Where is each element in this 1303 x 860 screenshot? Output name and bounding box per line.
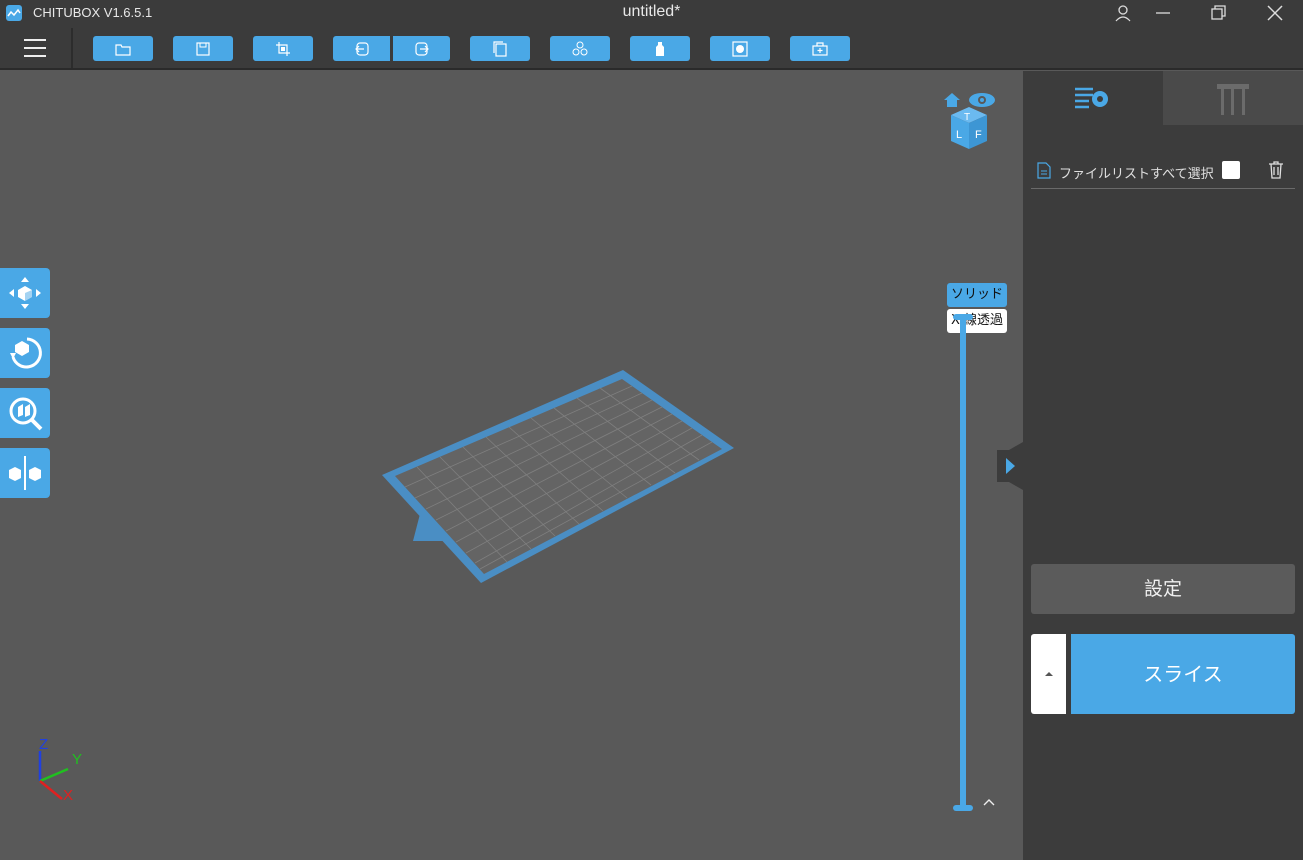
mirror-tool-button[interactable] xyxy=(0,448,50,498)
bottle-icon xyxy=(656,41,664,56)
document-title: untitled* xyxy=(622,3,681,20)
file-list-header: ファイルリストすべて選択 xyxy=(1031,157,1295,189)
minimize-icon[interactable] xyxy=(1153,3,1173,23)
select-all-label: ファイルリストすべて選択 xyxy=(1059,167,1214,182)
copy-button[interactable] xyxy=(470,36,530,61)
scale-icon xyxy=(9,397,43,431)
axis-gizmo: Z Y X xyxy=(38,736,82,804)
3d-viewport[interactable]: T L F ソリッド X 線透過 Z Y X xyxy=(0,71,1023,860)
slice-options-dropdown[interactable] xyxy=(1031,634,1066,714)
rotate-tool-button[interactable] xyxy=(0,328,50,378)
rotate-icon xyxy=(10,337,42,369)
move-icon xyxy=(9,277,41,309)
svg-text:L: L xyxy=(956,129,962,141)
view-cube-icon[interactable]: T L F xyxy=(942,91,998,151)
crop-button[interactable] xyxy=(253,36,313,61)
arrange-button[interactable] xyxy=(550,36,610,61)
caret-up-icon xyxy=(1045,672,1053,676)
y-axis-label: Y xyxy=(72,751,82,768)
x-axis-label: X xyxy=(63,787,73,804)
redo-icon xyxy=(414,41,429,56)
z-axis-label: Z xyxy=(39,736,48,753)
move-tool-button[interactable] xyxy=(0,268,50,318)
settings-button[interactable]: 設定 xyxy=(1031,564,1295,614)
copy-icon xyxy=(493,40,507,57)
undo-button[interactable] xyxy=(333,36,390,61)
floppy-icon xyxy=(196,41,210,56)
toolbar-divider xyxy=(71,28,73,68)
user-icon[interactable] xyxy=(1113,3,1133,23)
scale-tool-button[interactable] xyxy=(0,388,50,438)
open-file-button[interactable] xyxy=(93,36,153,61)
file-icon xyxy=(1037,162,1051,179)
tab-model-settings[interactable] xyxy=(1023,71,1163,125)
layer-slider-bottom-handle[interactable] xyxy=(953,805,973,811)
drill-button[interactable] xyxy=(710,36,770,61)
panel-collapse-toggle[interactable] xyxy=(997,442,1023,490)
slice-button[interactable]: スライス xyxy=(1071,634,1295,714)
svg-text:F: F xyxy=(975,129,982,141)
list-gear-icon xyxy=(1075,87,1108,109)
select-all-checkbox[interactable] xyxy=(1222,161,1240,179)
toolbox-icon xyxy=(812,41,828,56)
mirror-icon xyxy=(9,456,41,490)
repair-button[interactable] xyxy=(790,36,850,61)
folder-icon xyxy=(115,43,131,56)
build-plate xyxy=(382,370,734,583)
y-axis-line xyxy=(39,767,69,783)
trash-icon[interactable] xyxy=(1267,160,1285,180)
close-icon[interactable] xyxy=(1265,3,1285,23)
right-panel: ファイルリストすべて選択 設定 スライス xyxy=(1023,71,1303,860)
layer-slider[interactable] xyxy=(960,316,966,810)
tab-supports[interactable] xyxy=(1163,71,1303,125)
hamburger-menu-icon[interactable] xyxy=(20,36,50,60)
supports-icon xyxy=(1217,84,1249,115)
arrange-icon xyxy=(572,41,588,55)
restore-icon[interactable] xyxy=(1209,3,1229,23)
title-bar: CHITUBOX V1.6.5.1 untitled* xyxy=(0,0,1303,26)
chevron-down-icon[interactable] xyxy=(982,317,996,327)
crop-icon xyxy=(276,41,290,56)
hollow-button[interactable] xyxy=(630,36,690,61)
hole-icon xyxy=(732,40,748,57)
chevron-up-icon[interactable] xyxy=(982,797,996,807)
redo-button[interactable] xyxy=(393,36,450,61)
solid-mode-button[interactable]: ソリッド xyxy=(947,283,1007,307)
xray-mode-button[interactable]: X 線透過 xyxy=(947,309,1007,333)
toolbar xyxy=(0,26,1303,70)
undo-icon xyxy=(354,41,369,56)
svg-text:T: T xyxy=(964,112,970,123)
save-button[interactable] xyxy=(173,36,233,61)
x-axis-line xyxy=(39,780,63,800)
